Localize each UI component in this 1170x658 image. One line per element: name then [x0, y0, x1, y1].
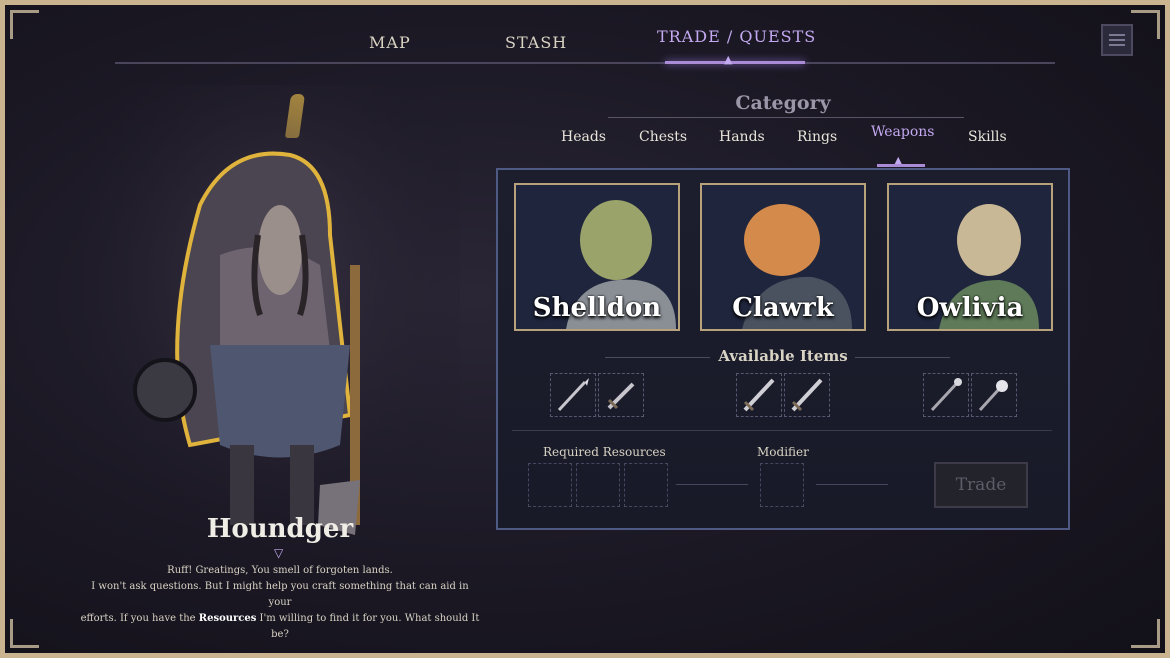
tab-map[interactable]: MAP [369, 33, 411, 52]
merchant-name: Shelldon [532, 293, 662, 323]
character-name: Houndger [206, 514, 354, 544]
morningstar-icon[interactable] [971, 373, 1017, 417]
merchant-name: Clawrk [732, 293, 834, 323]
resource-connector [676, 484, 748, 485]
sword-icon[interactable] [784, 373, 830, 417]
category-tab-heads[interactable]: Heads [561, 129, 606, 145]
category-tab-hands[interactable]: Hands [719, 129, 765, 145]
available-items-divider [605, 357, 710, 358]
resource-slot [576, 463, 620, 507]
spear-icon[interactable] [550, 373, 596, 417]
tab-stash[interactable]: STASH [505, 33, 567, 52]
merchant-card-owlivia[interactable]: Owlivia [887, 183, 1053, 331]
available-items-title: Available Items [718, 347, 848, 365]
merchant-name: Owlivia [916, 293, 1024, 323]
nav-active-indicator [665, 61, 805, 64]
chevron-down-icon: ▽ [274, 546, 284, 560]
modifier-slot [760, 463, 804, 507]
nav-caret-icon: ▲ [724, 53, 733, 66]
available-items-divider [855, 357, 950, 358]
halberd-icon[interactable] [923, 373, 969, 417]
sword-icon[interactable] [736, 373, 782, 417]
dialog-line: Ruff! Greatings, You smell of forgoten l… [167, 565, 393, 576]
hamburger-menu-icon[interactable] [1101, 24, 1133, 56]
category-tab-rings[interactable]: Rings [797, 129, 837, 145]
modifier-label: Modifier [757, 445, 809, 459]
dialog-line: efforts. If you have the Resources I'm w… [80, 613, 480, 640]
frame-corner [10, 619, 39, 648]
frame-corner [1131, 619, 1160, 648]
tab-trade-quests[interactable]: TRADE / QUESTS [657, 27, 816, 46]
category-title: Category [735, 92, 831, 114]
required-resources-label: Required Resources [543, 445, 666, 459]
dialog-line: I won't ask questions. But I might help … [91, 581, 469, 608]
character-dialog: Ruff! Greatings, You smell of forgoten l… [80, 563, 480, 643]
resource-slot [624, 463, 668, 507]
resources-highlight: Resources [198, 613, 257, 624]
section-divider [512, 430, 1052, 431]
dagger-icon[interactable] [598, 373, 644, 417]
category-active-indicator [877, 164, 925, 167]
frame-corner [10, 10, 39, 39]
frame-corner [1131, 10, 1160, 39]
merchant-card-shelldon[interactable]: Shelldon [514, 183, 680, 331]
category-tab-weapons[interactable]: Weapons [871, 124, 934, 140]
trade-button[interactable]: Trade [934, 462, 1028, 508]
category-divider [608, 117, 964, 118]
merchant-card-clawrk[interactable]: Clawrk [700, 183, 866, 331]
category-tab-skills[interactable]: Skills [968, 129, 1007, 145]
category-tab-chests[interactable]: Chests [639, 129, 687, 145]
houndger-portrait [80, 85, 460, 555]
nav-divider [115, 62, 1055, 64]
resource-slot [528, 463, 572, 507]
modifier-connector [816, 484, 888, 485]
